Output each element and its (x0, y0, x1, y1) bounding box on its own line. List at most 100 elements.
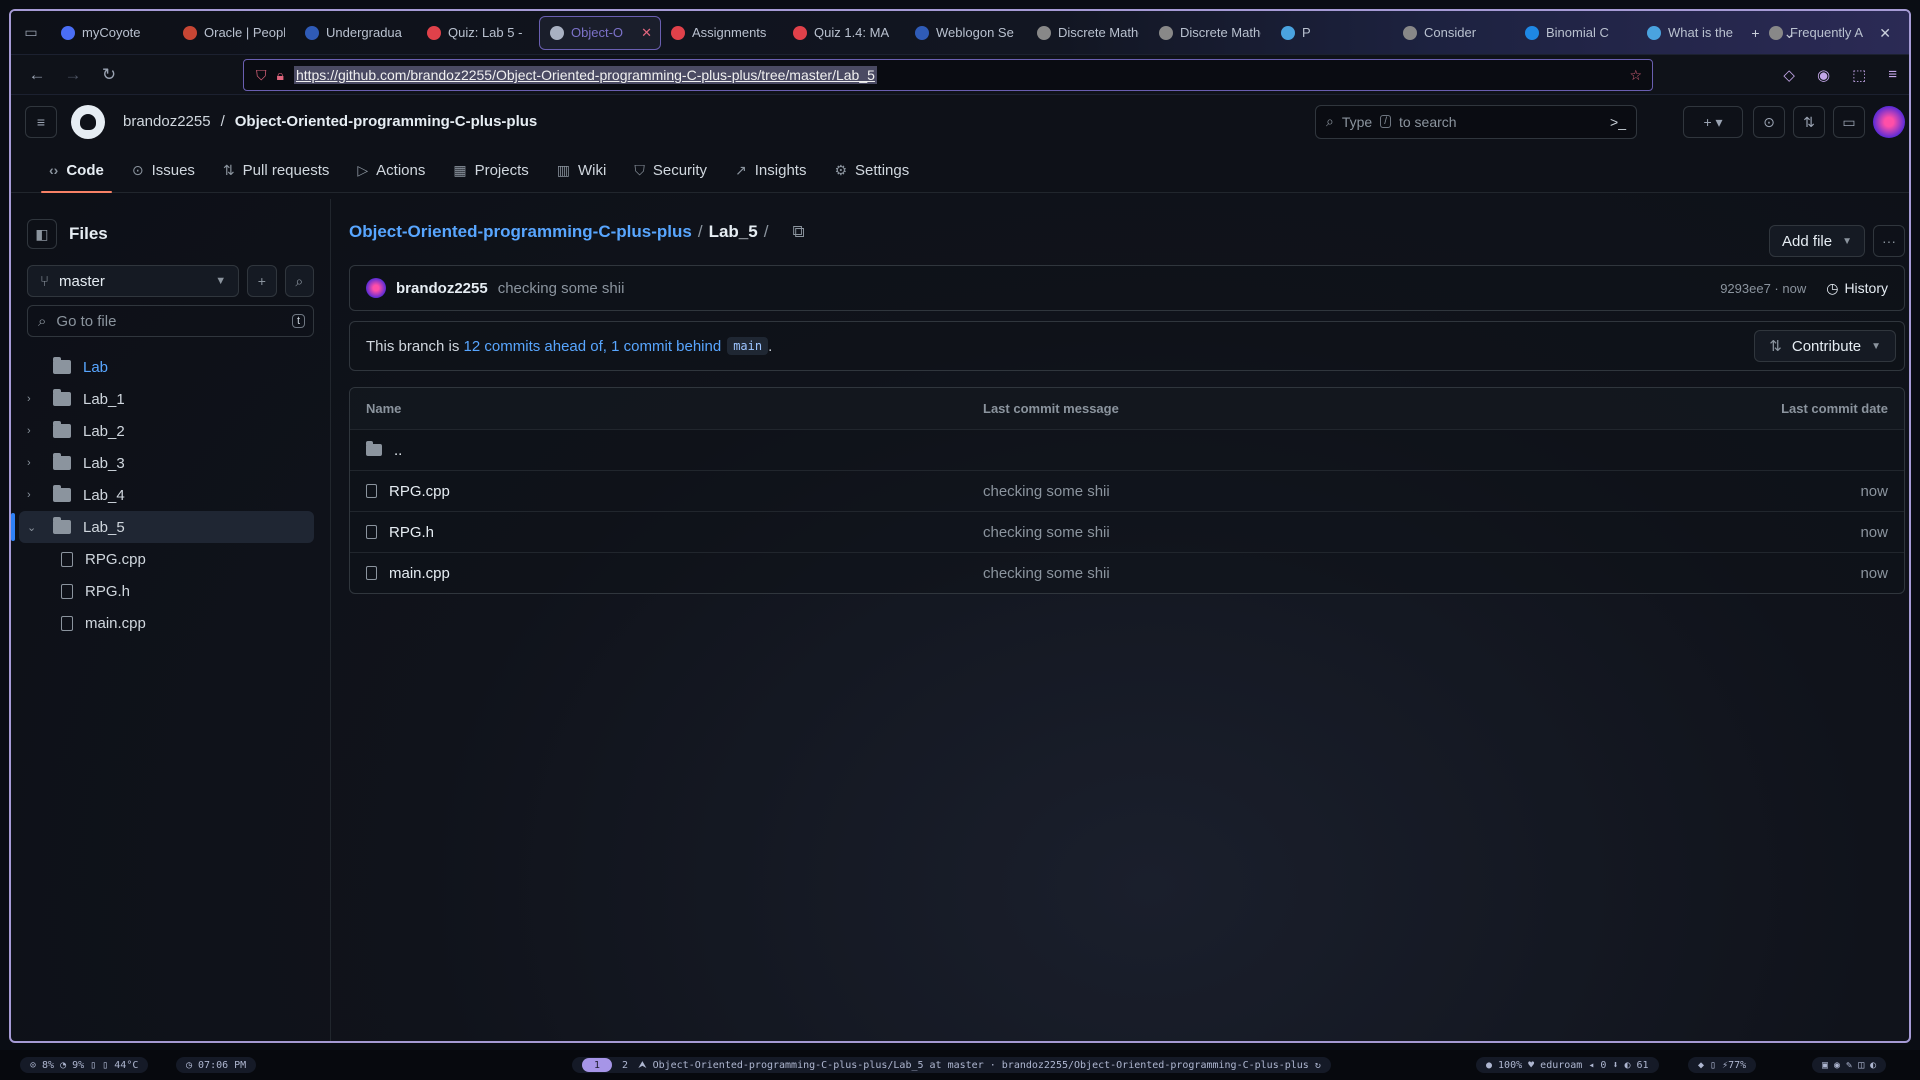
tab-overflow-icon[interactable]: ⌄ (1784, 25, 1796, 42)
search-input[interactable]: ⌕ Type / to search >_ (1315, 104, 1637, 139)
tab-close-icon[interactable]: ✕ (641, 25, 652, 41)
avatar[interactable] (366, 278, 386, 298)
table-row[interactable]: RPG.h checking some shii now (350, 511, 1904, 552)
file-name-cell: RPG.cpp (366, 483, 450, 500)
chevron-right-icon[interactable]: › (27, 457, 41, 469)
owner-link[interactable]: brandoz2255 (123, 113, 211, 130)
tab-issues[interactable]: ⊙ Issues (118, 148, 209, 192)
column-header-date: Last commit date (1781, 401, 1888, 416)
command-palette-icon[interactable]: >_ (1610, 114, 1626, 130)
url-bar[interactable]: ⛉ 🔒︎ https://github.com/brandoz2255/Obje… (243, 59, 1653, 91)
account-icon[interactable]: ◉ (1817, 66, 1830, 84)
chevron-right-icon[interactable]: › (27, 489, 41, 501)
menu-icon[interactable]: ≡ (1888, 66, 1897, 84)
go-to-file-input[interactable]: ⌕ Go to file t (27, 305, 314, 337)
parent-directory-link[interactable]: .. (394, 442, 402, 459)
browser-tab[interactable]: What is the (1637, 16, 1759, 50)
issues-icon[interactable]: ⊙ (1753, 106, 1785, 138)
file-name-link[interactable]: main.cpp (389, 565, 450, 582)
commit-author[interactable]: brandoz2255 (396, 280, 488, 297)
tab-list-icon[interactable]: ▭ (11, 11, 51, 55)
browser-tab[interactable]: Object-O ✕ (539, 15, 661, 50)
copy-path-icon[interactable]: ⧉ (792, 222, 804, 242)
tab-wiki[interactable]: ▥ Wiki (543, 148, 621, 192)
history-button[interactable]: ◷ History (1826, 280, 1888, 297)
table-row[interactable]: RPG.cpp checking some shii now (350, 470, 1904, 511)
file-name-link[interactable]: RPG.h (389, 524, 434, 541)
reload-icon[interactable]: ↻ (91, 65, 127, 85)
browser-tab[interactable]: Discrete Mather (1149, 16, 1271, 50)
browser-tab[interactable]: Consider (1393, 16, 1515, 50)
tab-insights[interactable]: ↗ Insights (721, 148, 820, 192)
inbox-icon[interactable]: ▭ (1833, 106, 1865, 138)
commits-behind-link[interactable]: 1 commit behind (611, 338, 721, 355)
tab-security[interactable]: ⛉ Security (620, 148, 721, 192)
pocket-icon[interactable]: ◇ (1783, 66, 1795, 84)
repo-link[interactable]: Object-Oriented-programming-C-plus-plus (235, 113, 538, 130)
repo-nav: ‹› Code ⊙ Issues ⇅ Pull requests ▷ Actions ▦ Proj… (11, 148, 1909, 193)
chevron-right-icon[interactable]: › (27, 393, 41, 405)
branch-selector[interactable]: ⑂ master ▼ (27, 265, 240, 297)
tab-projects[interactable]: ▦ Projects (439, 148, 542, 192)
contribute-button[interactable]: ⇅ Contribute ▼ (1754, 330, 1896, 362)
add-file-icon[interactable]: + (247, 265, 277, 297)
file-name-link[interactable]: RPG.cpp (389, 483, 450, 500)
tab-code[interactable]: ‹› Code (35, 148, 118, 193)
window-close-icon[interactable]: ✕ (1879, 25, 1891, 42)
search-icon[interactable]: ⌕ (284, 265, 315, 297)
parent-directory-row[interactable]: .. (350, 429, 1904, 470)
avatar[interactable] (1873, 106, 1905, 138)
tree-folder-item[interactable]: Lab (11, 351, 330, 383)
more-options-icon[interactable]: ··· (1873, 225, 1905, 257)
tab-label: Wiki (578, 161, 607, 179)
chevron-right-icon[interactable]: › (27, 425, 41, 437)
github-logo[interactable] (71, 104, 105, 139)
commit-message[interactable]: checking some shii (498, 280, 625, 297)
chevron-down-icon[interactable]: ⌄ (27, 521, 41, 534)
workspace-1[interactable]: 1 (582, 1058, 613, 1072)
bookmark-star-icon[interactable]: ☆ (1629, 67, 1642, 84)
tree-file-item[interactable]: RPG.cpp (11, 543, 330, 575)
shield-icon[interactable]: ⛉ (256, 67, 267, 84)
browser-tab[interactable]: Assignments (661, 16, 783, 50)
commits-ahead-link[interactable]: 12 commits ahead of, (464, 338, 607, 355)
browser-tab[interactable]: Discrete Mather (1027, 16, 1149, 50)
browser-tab[interactable]: Oracle | PeopleS (173, 16, 295, 50)
add-file-button[interactable]: Add file ▼ (1769, 225, 1865, 257)
workspace-2[interactable]: 2 (622, 1060, 628, 1071)
tree-folder-item[interactable]: ⌄ Lab_5 (11, 511, 314, 543)
lock-icon[interactable]: 🔒︎ (277, 67, 284, 84)
back-icon[interactable]: ← (19, 65, 55, 85)
pull-requests-icon[interactable]: ⇅ (1793, 106, 1825, 138)
tree-folder-item[interactable]: › Lab_1 (11, 383, 330, 415)
tree-file-item[interactable]: RPG.h (11, 575, 330, 607)
files-title: Files (69, 224, 108, 243)
commit-message-link[interactable]: checking some shii (983, 565, 1110, 582)
commit-message-link[interactable]: checking some shii (983, 524, 1110, 541)
tree-folder-item[interactable]: › Lab_3 (11, 447, 330, 479)
tree-file-item[interactable]: main.cpp (11, 607, 330, 639)
browser-tab[interactable]: Quiz: Lab 5 - (417, 16, 539, 50)
browser-tab[interactable]: Weblogon Se (905, 16, 1027, 50)
repo-root-link[interactable]: Object-Oriented-programming-C-plus-plus (349, 222, 692, 242)
forward-icon[interactable]: → (55, 65, 91, 85)
browser-tab[interactable]: P (1271, 16, 1393, 50)
browser-tab[interactable]: Binomial C (1515, 16, 1637, 50)
url-text[interactable]: https://github.com/brandoz2255/Object-Or… (293, 66, 877, 84)
extensions-icon[interactable]: ⬚ (1852, 66, 1866, 84)
commit-message-link[interactable]: checking some shii (983, 483, 1110, 500)
create-new-button[interactable]: + ▾ (1683, 106, 1743, 138)
browser-tab[interactable]: Undergradua (295, 16, 417, 50)
tab-settings[interactable]: ⚙ Settings (820, 148, 923, 192)
collapse-sidebar-icon[interactable]: ◧ (27, 219, 57, 249)
table-row[interactable]: main.cpp checking some shii now (350, 552, 1904, 593)
commit-sha-time[interactable]: 9293ee7 · now (1720, 281, 1806, 296)
hamburger-menu-icon[interactable]: ≡ (25, 105, 57, 138)
tab-actions[interactable]: ▷ Actions (343, 148, 439, 192)
browser-tab[interactable]: Quiz 1.4: MA (783, 16, 905, 50)
browser-tab[interactable]: myCoyote (51, 16, 173, 50)
tree-folder-item[interactable]: › Lab_2 (11, 415, 330, 447)
tab-pull-requests[interactable]: ⇅ Pull requests (209, 148, 343, 192)
tree-folder-item[interactable]: › Lab_4 (11, 479, 330, 511)
new-tab-icon[interactable]: + (1751, 25, 1759, 41)
